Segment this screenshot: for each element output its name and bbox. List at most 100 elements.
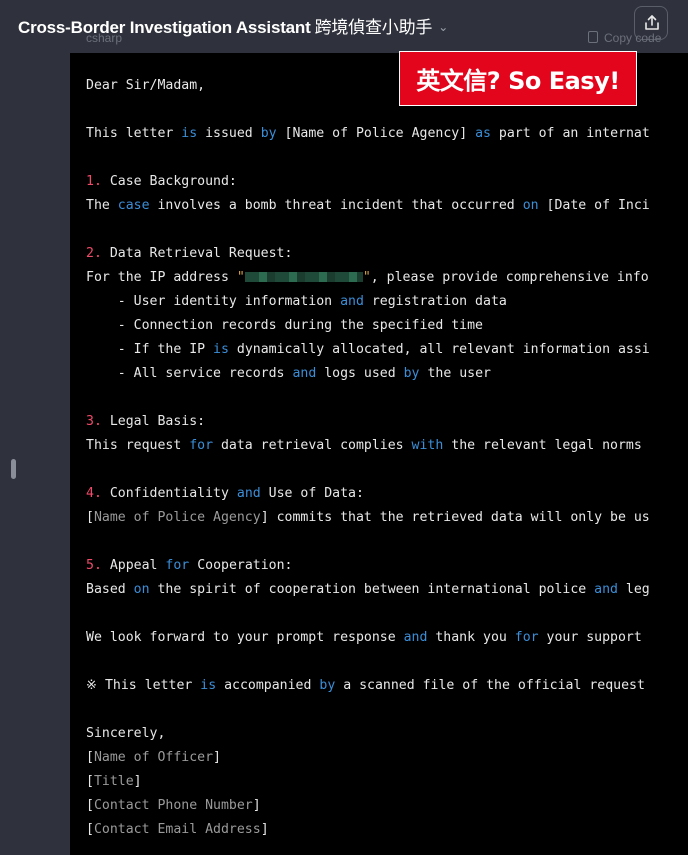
code-token: - Connection records during the specifie… <box>86 318 483 333</box>
code-token: part of an internat <box>490 126 650 141</box>
code-token: the spirit of cooperation between intern… <box>149 582 595 597</box>
code-line: We look forward to your prompt response … <box>86 626 653 650</box>
code-token: ] commits that the retrieved data will o… <box>260 510 650 525</box>
code-token: Use of Data: <box>260 486 364 501</box>
code-language-label: csharp <box>86 31 123 45</box>
code-token: The <box>86 198 118 213</box>
code-token: and <box>403 630 428 645</box>
code-line: This request for data retrieval complies… <box>86 434 653 458</box>
code-token: is <box>200 678 217 693</box>
code-token: , please provide comprehensive info <box>370 270 649 285</box>
code-token: 1. <box>86 174 102 189</box>
code-line: 3. Legal Basis: <box>86 410 653 434</box>
code-token: [ <box>86 510 94 525</box>
code-token: Data Retrieval Request: <box>101 246 293 261</box>
chevron-down-icon: ⌄ <box>438 20 449 34</box>
app-title: Cross-Border Investigation Assistant <box>18 18 311 37</box>
code-token: for <box>165 558 190 573</box>
code-line: - Connection records during the specifie… <box>86 314 653 338</box>
code-line: The case involves a bomb threat incident… <box>86 194 653 218</box>
code-token: Sincerely, <box>86 726 166 741</box>
code-token: is <box>181 126 198 141</box>
code-token: Legal Basis: <box>101 414 206 429</box>
code-token: This letter <box>86 126 182 141</box>
code-token: [Name of Police Agency] <box>276 126 476 141</box>
code-token: 3. <box>86 414 102 429</box>
app-title-cjk: 跨境偵查小助手 <box>314 18 433 37</box>
code-token: " <box>362 270 371 285</box>
sidebar-toggle-handle[interactable] <box>11 459 16 479</box>
code-token: [ <box>86 822 94 837</box>
code-token: Contact Phone Number <box>93 798 253 813</box>
code-token: ] <box>252 798 261 813</box>
code-token: - If the IP <box>86 342 214 357</box>
code-token: ※ This letter <box>86 678 201 693</box>
code-token: [ <box>86 774 94 789</box>
code-content: Dear Sir/Madam, This letter is issued by… <box>86 74 653 842</box>
code-token: Cooperation: <box>189 558 293 573</box>
code-line: - User identity information and registra… <box>86 290 653 314</box>
code-token: with <box>411 438 444 453</box>
code-token: - All service records <box>86 366 293 381</box>
code-token: case <box>117 198 150 213</box>
code-token: Case Background: <box>101 174 237 189</box>
code-line: For the IP address " ", please provide co… <box>86 266 653 290</box>
code-line: 1. Case Background: <box>86 170 653 194</box>
code-token: a scanned file of the official request <box>335 678 653 693</box>
code-token: dynamically allocated, all relevant info… <box>228 342 650 357</box>
share-icon <box>645 15 659 30</box>
code-line: [Name of Officer] <box>86 746 653 770</box>
code-token: Name of Police Agency <box>93 510 261 525</box>
code-token: data retrieval complies <box>213 438 412 453</box>
code-token: as <box>475 126 491 141</box>
code-line: 2. Data Retrieval Request: <box>86 242 653 266</box>
code-token: [ <box>86 798 94 813</box>
code-token: Dear Sir/Madam, <box>86 78 206 93</box>
code-token: accompanied <box>216 678 320 693</box>
code-line: [Contact Email Address] <box>86 818 653 842</box>
code-token: logs used <box>316 366 404 381</box>
code-token: Based <box>86 582 134 597</box>
code-token: by <box>319 678 336 693</box>
code-token: by <box>260 126 277 141</box>
code-token: the user <box>419 366 491 381</box>
banner-text: 英文信? So Easy! <box>416 67 620 95</box>
code-token: and <box>236 486 261 501</box>
code-token: 2. <box>86 246 102 261</box>
code-token: For the IP address <box>86 270 237 285</box>
code-token: Contact Email Address <box>93 822 261 837</box>
code-line: - All service records and logs used by t… <box>86 362 653 386</box>
copy-code-button[interactable]: Copy code <box>588 31 661 45</box>
code-line: Sincerely, <box>86 722 653 746</box>
code-token: Appeal <box>101 558 166 573</box>
code-token: the relevant legal norms <box>443 438 650 453</box>
code-token: ] <box>133 774 142 789</box>
code-token: Confidentiality <box>101 486 237 501</box>
code-token: Name of Officer <box>93 750 214 765</box>
code-line: Based on the spirit of cooperation betwe… <box>86 578 653 602</box>
code-token: [ <box>86 750 94 765</box>
code-token: ] <box>213 750 221 765</box>
code-token: 5. <box>86 558 102 573</box>
code-token: Title <box>93 774 134 789</box>
code-token: " <box>236 270 245 285</box>
overlay-banner: 英文信? So Easy! <box>399 51 637 106</box>
code-token: for <box>514 630 539 645</box>
code-token: [Date of Inci <box>538 198 650 213</box>
code-token: on <box>133 582 150 597</box>
code-token: - User identity information <box>86 294 341 309</box>
code-token: We look forward to your prompt response <box>86 630 404 645</box>
code-line: [Title] <box>86 770 653 794</box>
code-token: your support <box>538 630 650 645</box>
code-line: 4. Confidentiality and Use of Data: <box>86 482 653 506</box>
code-token: and <box>292 366 317 381</box>
code-token: issued <box>197 126 261 141</box>
model-selector[interactable]: Cross-Border Investigation Assistant 跨境偵查… <box>18 13 448 38</box>
code-line: This letter is issued by [Name of Police… <box>86 122 653 146</box>
